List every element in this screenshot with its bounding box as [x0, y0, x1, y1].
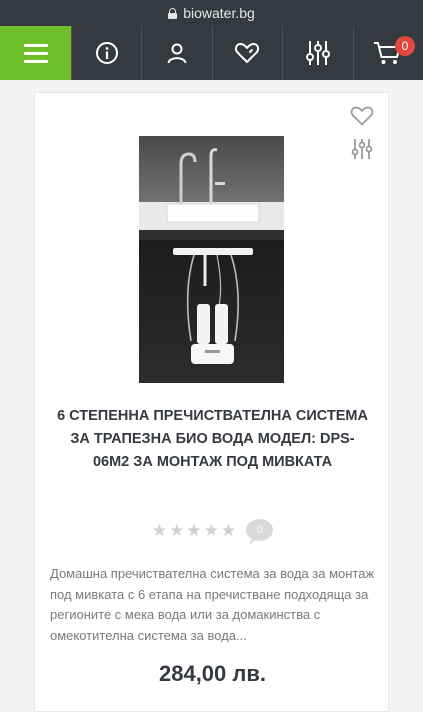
info-button[interactable]: [71, 26, 141, 80]
product-title[interactable]: 6 СТЕПЕННА ПРЕЧИСТВАТЕЛНА СИСТЕМА ЗА ТРА…: [55, 405, 370, 474]
heart-icon: [235, 43, 260, 63]
product-image[interactable]: [139, 136, 284, 383]
account-button[interactable]: [141, 26, 211, 80]
compare-button[interactable]: [282, 26, 352, 80]
card-actions: [350, 105, 374, 161]
product-card[interactable]: 6 СТЕПЕННА ПРЕЧИСТВАТЕЛНА СИСТЕМА ЗА ТРА…: [34, 92, 389, 712]
star-icon: ★: [151, 520, 168, 540]
product-description: Домашна пречиствателна система за вода з…: [50, 566, 375, 643]
url-text: biowater.bg: [183, 5, 255, 21]
hamburger-icon-line: [23, 59, 48, 63]
product-photo-illustration: [139, 136, 284, 383]
add-to-wishlist-heart-icon[interactable]: [350, 105, 374, 127]
product-price: 284,00 лв.: [158, 661, 266, 686]
product-rating: ★ ★ ★ ★ ★ 0: [35, 519, 390, 544]
star-icon: ★: [186, 520, 202, 540]
review-count-bubble[interactable]: 0: [246, 519, 274, 544]
user-icon: [167, 43, 187, 64]
cart-button[interactable]: 0: [352, 26, 423, 80]
address-bar[interactable]: biowater.bg: [0, 0, 423, 26]
add-to-compare-icon[interactable]: [351, 137, 373, 161]
cart-count-badge: 0: [394, 36, 415, 56]
star-icon: ★: [169, 520, 185, 540]
wishlist-button[interactable]: [211, 26, 282, 80]
hamburger-icon-line: [23, 43, 48, 47]
info-icon: [95, 42, 118, 64]
hamburger-icon-line: [23, 51, 48, 55]
star-icon: ★: [203, 520, 219, 540]
menu-button[interactable]: [0, 26, 71, 80]
filters-icon: [305, 41, 330, 65]
lock-icon: [168, 7, 178, 19]
star-icon: ★: [220, 520, 237, 540]
top-navigation: 0: [0, 26, 423, 80]
